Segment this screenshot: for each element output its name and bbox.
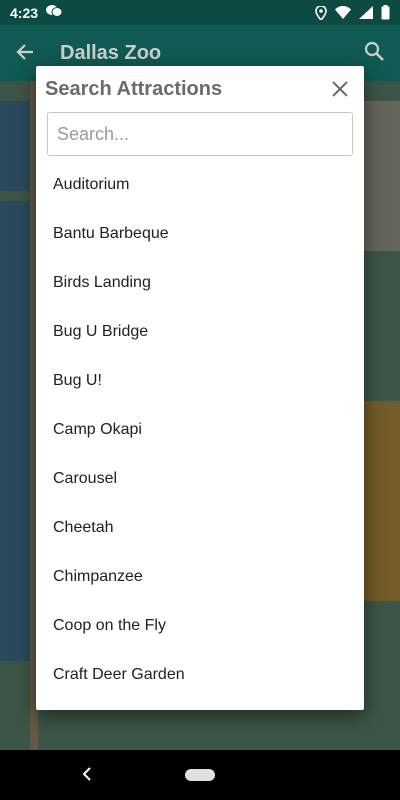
close-icon[interactable] [326,75,354,103]
list-item[interactable]: Coop on the Fly [36,601,364,650]
list-item[interactable]: Chimpanzee [36,552,364,601]
nav-back-icon[interactable] [82,764,92,787]
list-item[interactable]: Bug U! [36,356,364,405]
list-item[interactable]: Auditorium [36,160,364,209]
status-time: 4:23 [10,4,39,21]
wifi-icon [335,6,351,19]
battery-icon [381,5,390,20]
status-bar: 4:23 [0,0,400,25]
list-item[interactable]: Birds Landing [36,258,364,307]
list-item[interactable]: Camp Okapi [36,405,364,454]
home-pill[interactable] [185,769,215,781]
attractions-list: Auditorium Bantu Barbeque Birds Landing … [36,160,364,699]
page-title: Dallas Zoo [60,41,162,64]
location-icon [315,5,327,20]
search-field[interactable] [47,112,353,156]
navigation-bar [0,750,400,800]
list-item[interactable]: Bug U Bridge [36,307,364,356]
signal-icon [359,6,373,19]
list-item[interactable]: Cheetah [36,503,364,552]
list-item[interactable]: Bantu Barbeque [36,209,364,258]
chat-notification-icon [46,4,63,21]
list-item[interactable]: Craft Deer Garden [36,650,364,699]
back-arrow-icon[interactable] [16,40,34,66]
list-item[interactable]: Carousel [36,454,364,503]
search-input[interactable] [57,123,343,145]
search-attractions-dialog: Search Attractions Auditorium Bantu Barb… [36,66,364,710]
dialog-header: Search Attractions [36,66,364,112]
search-icon[interactable] [364,41,384,66]
dialog-title: Search Attractions [45,77,223,100]
